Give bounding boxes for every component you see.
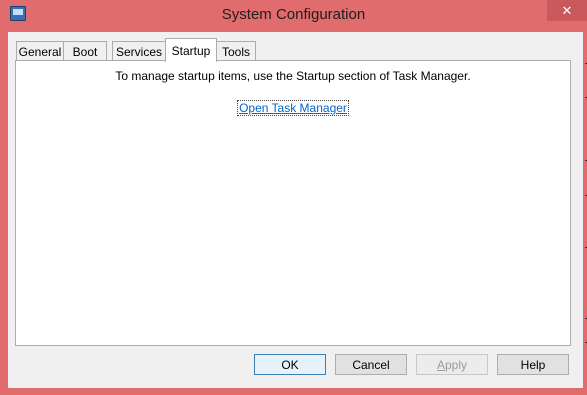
ok-button[interactable]: OK [254,354,326,375]
apply-label-rest: pply [445,357,468,372]
tab-boot[interactable]: Boot [63,41,107,61]
apply-button[interactable]: Apply [416,354,488,375]
system-configuration-window: System Configuration ✕ General Boot Serv… [0,0,587,395]
open-task-manager-link[interactable]: Open Task Manager [237,100,349,116]
tab-general[interactable]: General [16,41,64,61]
help-button[interactable]: Help [497,354,569,375]
open-task-manager-link-row: Open Task Manager [16,100,570,116]
tab-startup[interactable]: Startup [165,38,217,62]
startup-tab-panel: To manage startup items, use the Startup… [15,60,571,346]
window-title: System Configuration [221,6,366,23]
startup-message: To manage startup items, use the Startup… [115,69,471,83]
close-button[interactable]: ✕ [547,0,587,21]
apply-accelerator-key: A [436,357,445,372]
title-bar[interactable]: System Configuration ✕ [0,0,587,32]
cancel-button[interactable]: Cancel [335,354,407,375]
tab-services[interactable]: Services [112,41,166,61]
tab-tools[interactable]: Tools [216,41,256,61]
dialog-client-area: General Boot Services Startup Tools To m… [8,32,583,388]
